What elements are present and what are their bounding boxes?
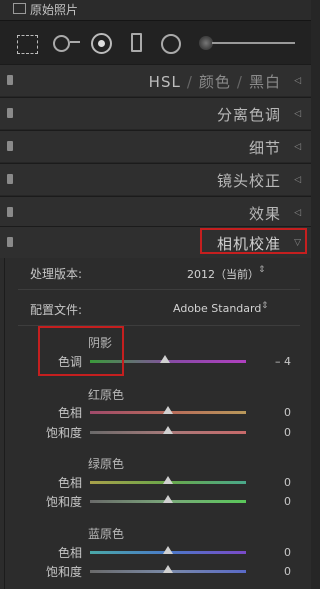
panel-title: 细节 <box>248 139 281 157</box>
adjustment-brush-icon[interactable] <box>199 36 213 50</box>
profile-label: 配置文件: <box>30 303 83 317</box>
adjustment-brush-slider[interactable] <box>212 42 295 44</box>
red-eye-dot-icon <box>98 40 105 47</box>
panel-switch-icon[interactable] <box>7 75 13 85</box>
shadows-tint-thumb[interactable] <box>160 355 170 363</box>
panel-hsl[interactable]: HSL / 颜色 / 黑白 ◁ <box>0 64 311 96</box>
tab-color[interactable]: 颜色 <box>199 73 231 91</box>
top-strip: 原始照片 <box>0 0 311 20</box>
original-photo-label: 原始照片 <box>30 3 79 17</box>
process-version-label: 处理版本: <box>30 267 83 281</box>
red-saturation-label: 饱和度 <box>46 426 83 440</box>
collapse-triangle-icon[interactable]: ◁ <box>294 208 301 218</box>
tab-hsl[interactable]: HSL <box>149 73 181 91</box>
hsl-tabs: HSL / 颜色 / 黑白 <box>148 73 281 91</box>
graduated-filter-icon[interactable] <box>131 33 142 52</box>
profile-select[interactable]: Adobe Standard <box>173 302 261 315</box>
blue-hue-label: 色相 <box>58 546 83 560</box>
panel-title: 分离色调 <box>216 106 281 124</box>
panel-switch-icon[interactable] <box>7 207 13 217</box>
panel-lens-correction[interactable]: 镜头校正 ◁ <box>0 163 311 195</box>
collapse-triangle-icon[interactable]: ◁ <box>294 175 301 185</box>
red-hue-thumb[interactable] <box>163 406 173 414</box>
radial-filter-icon[interactable] <box>161 34 181 54</box>
panel-title: 效果 <box>248 205 281 223</box>
panel-detail[interactable]: 细节 ◁ <box>0 130 311 162</box>
section-blue-primary-title: 蓝原色 <box>88 527 125 541</box>
green-saturation-thumb[interactable] <box>163 495 173 503</box>
shadows-tint-value[interactable]: – 4 <box>275 355 291 368</box>
red-hue-label: 色相 <box>58 406 83 420</box>
panel-switch-icon[interactable] <box>7 237 13 247</box>
panel-switch-icon[interactable] <box>7 174 13 184</box>
collapse-triangle-icon[interactable]: ◁ <box>294 109 301 119</box>
green-hue-label: 色相 <box>58 476 83 490</box>
blue-hue-value[interactable]: 0 <box>284 546 291 559</box>
red-hue-value[interactable]: 0 <box>284 406 291 419</box>
divider <box>18 289 300 290</box>
spot-removal-icon[interactable] <box>53 35 70 52</box>
select-arrows-icon: ⇕ <box>261 301 269 311</box>
highlight-box <box>38 326 124 376</box>
crop-overlay-icon[interactable] <box>17 35 38 54</box>
panel-effects[interactable]: 效果 ◁ <box>0 196 311 228</box>
collapse-triangle-icon[interactable]: ◁ <box>294 142 301 152</box>
select-arrows-icon: ⇕ <box>258 265 266 275</box>
panel-switch-icon[interactable] <box>7 141 13 151</box>
blue-saturation-value[interactable]: 0 <box>284 565 291 578</box>
blue-saturation-thumb[interactable] <box>163 565 173 573</box>
panel-left-rule <box>4 258 5 589</box>
highlight-box <box>200 228 307 254</box>
blue-hue-thumb[interactable] <box>163 546 173 554</box>
green-hue-value[interactable]: 0 <box>284 476 291 489</box>
green-hue-thumb[interactable] <box>163 476 173 484</box>
section-red-primary-title: 红原色 <box>88 388 125 402</box>
collapse-triangle-icon[interactable]: ◁ <box>294 76 301 86</box>
red-saturation-value[interactable]: 0 <box>284 426 291 439</box>
spot-removal-arrow-icon <box>70 41 80 43</box>
section-green-primary-title: 绿原色 <box>88 457 125 471</box>
original-photo-checkbox[interactable] <box>13 3 26 14</box>
panel-title: 镜头校正 <box>216 172 281 190</box>
blue-saturation-label: 饱和度 <box>46 565 83 579</box>
process-version-select[interactable]: 2012（当前） <box>187 266 259 282</box>
panel-split-toning[interactable]: 分离色调 ◁ <box>0 97 311 129</box>
green-saturation-value[interactable]: 0 <box>284 495 291 508</box>
red-saturation-thumb[interactable] <box>163 426 173 434</box>
tab-bw[interactable]: 黑白 <box>249 73 281 91</box>
panel-switch-icon[interactable] <box>7 108 13 118</box>
green-saturation-label: 饱和度 <box>46 495 83 509</box>
